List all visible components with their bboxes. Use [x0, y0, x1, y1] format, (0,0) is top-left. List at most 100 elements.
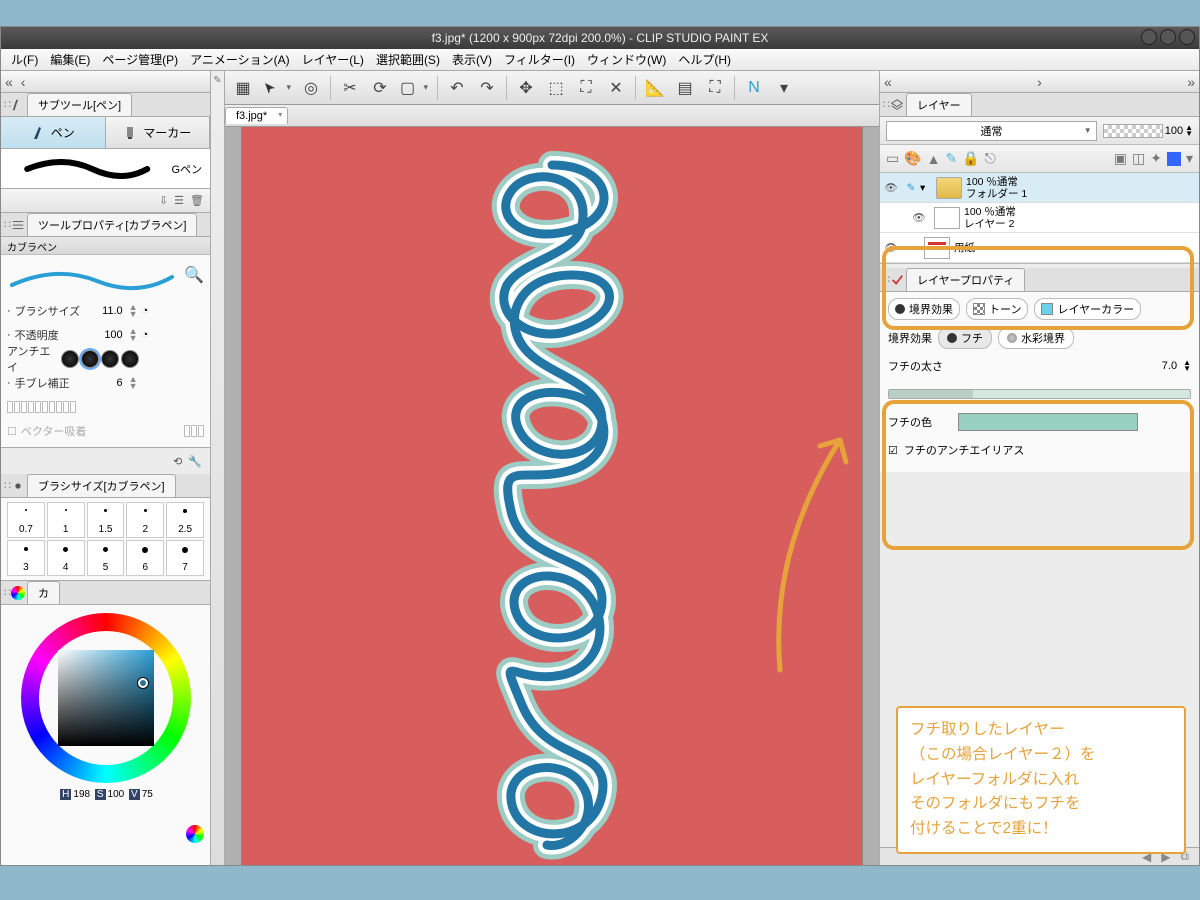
palette-icon[interactable]: 🎨 — [904, 150, 921, 167]
brush-size-cell[interactable]: 0.7 — [7, 502, 45, 538]
menu-animation[interactable]: アニメーション(A) — [184, 51, 296, 68]
brush-size-cell[interactable]: 5 — [87, 540, 125, 576]
collapse-right-icon[interactable]: « — [884, 74, 892, 90]
ruler-icon[interactable]: 📐 — [641, 74, 669, 102]
collapse-left-icon[interactable]: « — [5, 74, 13, 90]
close-button[interactable] — [1179, 29, 1195, 45]
canvas[interactable] — [242, 127, 862, 865]
brush-size-value[interactable]: 11.0 — [89, 305, 125, 317]
brush-size-cell[interactable]: 2 — [126, 502, 164, 538]
lpp-tab-border[interactable]: 境界効果 — [888, 298, 960, 320]
brush-size-cell[interactable]: 1 — [47, 502, 85, 538]
cursor-dropdown[interactable] — [259, 74, 295, 102]
menu-select[interactable]: 選択範囲(S) — [370, 51, 446, 68]
eye-icon[interactable]: 👁 — [908, 211, 930, 224]
select-rect-icon[interactable]: ⬚ — [542, 74, 570, 102]
seg-fuchi[interactable]: フチ — [938, 327, 992, 349]
eye-icon[interactable]: 👁 — [880, 181, 902, 194]
spiral-icon[interactable]: ◎ — [297, 74, 325, 102]
pencil-icon[interactable]: ✎ — [946, 150, 958, 167]
grid2-icon[interactable]: ▤ — [671, 74, 699, 102]
rotate-icon[interactable]: ⟳ — [366, 74, 394, 102]
checkbox-icon[interactable]: ☑ — [888, 444, 898, 457]
brush-size-cell[interactable]: 6 — [126, 540, 164, 576]
thickness-slider[interactable] — [888, 389, 1191, 399]
check-icon[interactable]: ▭ — [886, 150, 899, 167]
pressure-icon[interactable]: ◔ — [142, 329, 149, 341]
trash-icon[interactable]: 🗑 — [190, 194, 204, 207]
menu-file[interactable]: ル(F) — [5, 51, 44, 68]
brush-size-cell[interactable]: 1.5 — [87, 502, 125, 538]
redo-icon[interactable]: ↷ — [473, 74, 501, 102]
toolbar-more[interactable]: ▾ — [770, 74, 798, 102]
spinner-icon[interactable]: ▲▼ — [129, 304, 138, 318]
link-icon[interactable]: ⎋ — [985, 150, 996, 167]
collapse-right2-icon[interactable]: › — [1037, 74, 1042, 90]
marquee-icon[interactable]: ⛶ — [701, 74, 729, 102]
menu-page[interactable]: ページ管理(P) — [96, 51, 184, 68]
color-box-icon[interactable] — [1167, 152, 1181, 166]
layer-opacity-value[interactable]: 100 — [1165, 125, 1183, 137]
stabilize-value[interactable]: 6 — [89, 377, 125, 389]
minimize-button[interactable] — [1141, 29, 1157, 45]
thickness-value[interactable]: 7.0 — [1162, 360, 1177, 372]
brush-size-cell[interactable]: 4 — [47, 540, 85, 576]
brush-size-cell[interactable]: 7 — [166, 540, 204, 576]
maximize-button[interactable] — [1160, 29, 1176, 45]
spinner-icon[interactable]: ▲▼ — [1183, 360, 1191, 372]
menu-view[interactable]: 表示(V) — [446, 51, 498, 68]
undo-icon[interactable]: ↶ — [443, 74, 471, 102]
crop-icon[interactable]: ✂ — [336, 74, 364, 102]
download-icon[interactable]: ⇩ — [159, 194, 168, 207]
menu-help[interactable]: ヘルプ(H) — [672, 51, 737, 68]
magnify-icon[interactable]: 🔍 — [184, 265, 204, 285]
canvas-dropdown[interactable]: ▢ — [396, 74, 432, 102]
lpp-tab-color[interactable]: レイヤーカラー — [1034, 298, 1141, 320]
layer-row-folder[interactable]: 👁 ✎ ▾ 100 ％通常フォルダー 1 — [880, 173, 1199, 203]
opacity-value[interactable]: 100 — [89, 329, 125, 341]
opacity-slider[interactable] — [1103, 124, 1163, 138]
pen-tool-icon[interactable]: ✎ — [213, 75, 221, 86]
menu-layer[interactable]: レイヤー(L) — [296, 51, 370, 68]
layer-row[interactable]: 👁 100 ％通常レイヤー 2 — [880, 203, 1199, 233]
eye-icon[interactable]: 👁 — [880, 241, 902, 254]
brush-preview[interactable]: Gペン — [1, 149, 210, 189]
clip-icon[interactable]: ◫ — [1132, 150, 1145, 167]
doc-icon[interactable]: ☰ — [174, 194, 184, 207]
stabilize-ticks[interactable] — [7, 401, 76, 413]
lpp-tab-tone[interactable]: トーン — [966, 298, 1028, 320]
border-color-swatch[interactable] — [958, 413, 1138, 431]
canvas-viewport[interactable] — [225, 127, 879, 865]
spinner-icon[interactable]: ▲▼ — [1185, 125, 1193, 137]
snap-icon[interactable]: N — [740, 74, 768, 102]
menu-filter[interactable]: フィルター(I) — [498, 51, 581, 68]
grid-icon[interactable]: ▦ — [229, 74, 257, 102]
subtool-marker[interactable]: マーカー — [106, 117, 211, 148]
wrench-icon[interactable]: 🔧 — [188, 455, 202, 468]
brush-size-cell[interactable]: 3 — [7, 540, 45, 576]
spinner-icon[interactable]: ▲▼ — [129, 376, 138, 390]
transform-icon[interactable]: ⛶ — [572, 74, 600, 102]
move-icon[interactable]: ✥ — [512, 74, 540, 102]
lock-icon[interactable]: 🔒 — [962, 150, 979, 167]
brush-size-cell[interactable]: 2.5 — [166, 502, 204, 538]
layer-row-paper[interactable]: 👁 用紙 — [880, 233, 1199, 263]
refresh-icon[interactable]: ⟲ — [173, 455, 182, 468]
spinner-icon[interactable]: ▲▼ — [129, 328, 138, 342]
color-mini-icon[interactable] — [186, 825, 204, 843]
mask-icon[interactable]: ▣ — [1114, 150, 1127, 167]
fx-icon[interactable]: ✦ — [1150, 150, 1162, 167]
deselect-icon[interactable]: ✕ — [602, 74, 630, 102]
lighthouse-icon[interactable]: ▲ — [927, 151, 941, 167]
blend-mode-select[interactable]: 通常 — [886, 121, 1097, 141]
document-tab[interactable]: f3.jpg* — [225, 107, 288, 124]
collapse-left2-icon[interactable]: ‹ — [21, 74, 26, 90]
menu-edit[interactable]: 編集(E) — [44, 51, 96, 68]
antialias-selector[interactable] — [61, 350, 139, 368]
collapse-right3-icon[interactable]: » — [1187, 74, 1195, 90]
seg-watercolor[interactable]: 水彩境界 — [998, 327, 1074, 349]
color-square[interactable] — [58, 650, 154, 746]
menu-window[interactable]: ウィンドウ(W) — [581, 51, 672, 68]
pressure-icon[interactable]: ◔ — [142, 305, 149, 317]
subtool-pen[interactable]: ペン — [1, 117, 106, 148]
